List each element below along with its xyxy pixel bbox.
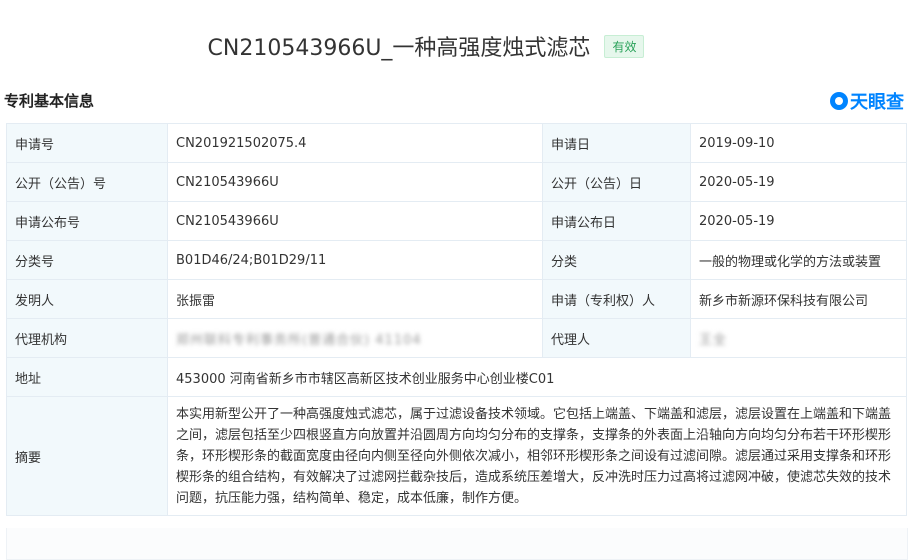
- applicant-label: 申请（专利权）人: [542, 279, 691, 319]
- class-no-label: 分类号: [6, 240, 168, 280]
- pub-date-value: 2020-05-19: [690, 162, 907, 202]
- table-row: 地址 453000 河南省新乡市市辖区高新区技术创业服务中心创业楼C01: [6, 357, 907, 397]
- app-date-value: 2019-09-10: [690, 123, 907, 163]
- app-pub-date-value: 2020-05-19: [690, 201, 907, 241]
- section-title: 专利基本信息: [4, 92, 95, 110]
- app-no-label: 申请号: [6, 123, 168, 163]
- app-no-value: CN201921502075.4: [167, 123, 543, 163]
- agency-cell: 郑州联科专利事务所(普通合伙) 41104: [167, 318, 543, 358]
- pub-no-value: CN210543966U: [167, 162, 543, 202]
- tianyancha-logo[interactable]: 天眼查: [830, 88, 904, 114]
- agent-cell: 王全: [690, 318, 907, 358]
- inventor-value: 张振雷: [167, 279, 543, 319]
- patent-title: CN210543966U_一种高强度烛式滤芯: [207, 36, 591, 61]
- table-row: 分类号 B01D46/24;B01D29/11 分类 一般的物理或化学的方法或装…: [6, 240, 907, 280]
- address-value: 453000 河南省新乡市市辖区高新区技术创业服务中心创业楼C01: [167, 357, 907, 397]
- abstract-label: 摘要: [6, 396, 168, 516]
- abstract-value: 本实用新型公开了一种高强度烛式滤芯，属于过滤设备技术领域。它包括上端盖、下端盖和…: [167, 396, 907, 516]
- agency-label: 代理机构: [6, 318, 168, 358]
- applicant-link[interactable]: 新乡市新源环保科技有限公司: [690, 279, 907, 319]
- page-header: CN210543966U_一种高强度烛式滤芯 有效: [0, 0, 912, 82]
- category-label: 分类: [542, 240, 691, 280]
- section-header: 专利基本信息 天眼查: [0, 82, 912, 120]
- patent-title-bar: CN210543966U_一种高强度烛式滤芯 有效: [0, 30, 852, 62]
- table-row: 公开（公告）号 CN210543966U 公开（公告）日 2020-05-19: [6, 162, 907, 202]
- address-label: 地址: [6, 357, 168, 397]
- agent-label: 代理人: [542, 318, 691, 358]
- class-no-value: B01D46/24;B01D29/11: [167, 240, 543, 280]
- pub-date-label: 公开（公告）日: [542, 162, 691, 202]
- app-pub-no-label: 申请公布号: [6, 201, 168, 241]
- category-value: 一般的物理或化学的方法或装置: [690, 240, 907, 280]
- tianyancha-logo-icon: [830, 92, 848, 110]
- brand-name: 天眼查: [850, 92, 904, 113]
- status-badge: 有效: [604, 34, 645, 58]
- app-date-label: 申请日: [542, 123, 691, 163]
- agent-value-redacted: 王全: [699, 332, 728, 348]
- table-row: 申请号 CN201921502075.4 申请日 2019-09-10: [6, 123, 907, 163]
- pub-no-label: 公开（公告）号: [6, 162, 168, 202]
- patent-info-table: 申请号 CN201921502075.4 申请日 2019-09-10 公开（公…: [6, 123, 907, 516]
- table-row: 摘要 本实用新型公开了一种高强度烛式滤芯，属于过滤设备技术领域。它包括上端盖、下…: [6, 396, 907, 516]
- table-row: 发明人 张振雷 申请（专利权）人 新乡市新源环保科技有限公司: [6, 279, 907, 319]
- table-row: 代理机构 郑州联科专利事务所(普通合伙) 41104 代理人 王全: [6, 318, 907, 358]
- app-pub-date-label: 申请公布日: [542, 201, 691, 241]
- inventor-label: 发明人: [6, 279, 168, 319]
- table-bottom-spacer: [6, 528, 908, 560]
- agency-value-redacted: 郑州联科专利事务所(普通合伙) 41104: [176, 332, 422, 348]
- table-row: 申请公布号 CN210543966U 申请公布日 2020-05-19: [6, 201, 907, 241]
- app-pub-no-value: CN210543966U: [167, 201, 543, 241]
